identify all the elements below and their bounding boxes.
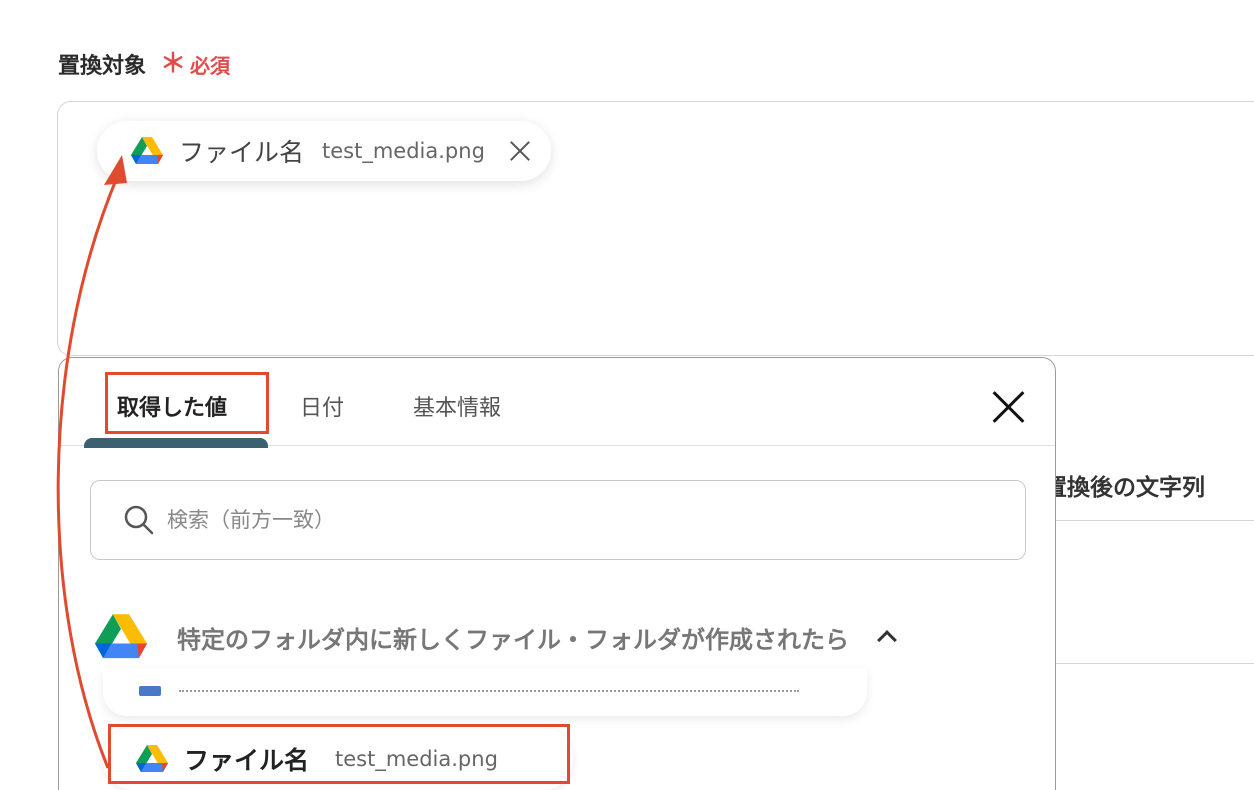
required-indicator: ＊ 必須 [160,50,230,79]
required-text: 必須 [190,53,231,78]
field-label: 置換対象 ＊ 必須 [58,48,230,80]
list-item-label: ファイル名 [184,746,310,775]
search-field[interactable] [90,480,1026,560]
remove-chip-icon[interactable] [507,138,533,164]
divider [1056,663,1254,664]
divider [1056,520,1254,521]
close-icon[interactable] [991,390,1025,424]
list-item-text-clipped [179,690,799,694]
google-drive-icon [131,137,163,164]
google-drive-icon [95,614,147,659]
chip-label: ファイル名 [179,138,305,167]
search-icon [124,505,154,535]
divider [1056,355,1254,356]
list-item[interactable] [103,668,867,716]
tab-acquired-values[interactable]: 取得した値 [117,390,227,422]
replacement-field-label: 置換後の文字列 [1044,475,1205,501]
picker-tabs: 取得した値 日付 基本情報 [59,358,1055,448]
field-label-text: 置換対象 [58,54,147,79]
tab-date[interactable]: 日付 [300,390,344,422]
required-asterisk: ＊ [160,49,187,79]
selected-value-chip[interactable]: ファイル名 test_media.png [97,121,551,181]
google-drive-icon [136,745,168,772]
chevron-up-icon[interactable] [875,626,897,648]
active-tab-indicator [84,438,268,448]
trigger-section-header[interactable]: 特定のフォルダ内に新しくファイル・フォルダが作成されたら [95,614,897,660]
list-item-file-name[interactable]: ファイル名 test_media.png [103,728,573,790]
list-item-value: test_media.png [335,747,498,771]
section-title: 特定のフォルダ内に新しくファイル・フォルダが作成されたら [177,625,849,654]
list-item-icon [139,686,161,696]
value-picker-popup: 取得した値 日付 基本情報 特定のフォルダ内に新しくファイル・フォルダが作成され… [58,357,1056,790]
tab-basic-info[interactable]: 基本情報 [413,390,501,422]
search-input[interactable] [167,508,967,532]
chip-value: test_media.png [322,139,485,163]
